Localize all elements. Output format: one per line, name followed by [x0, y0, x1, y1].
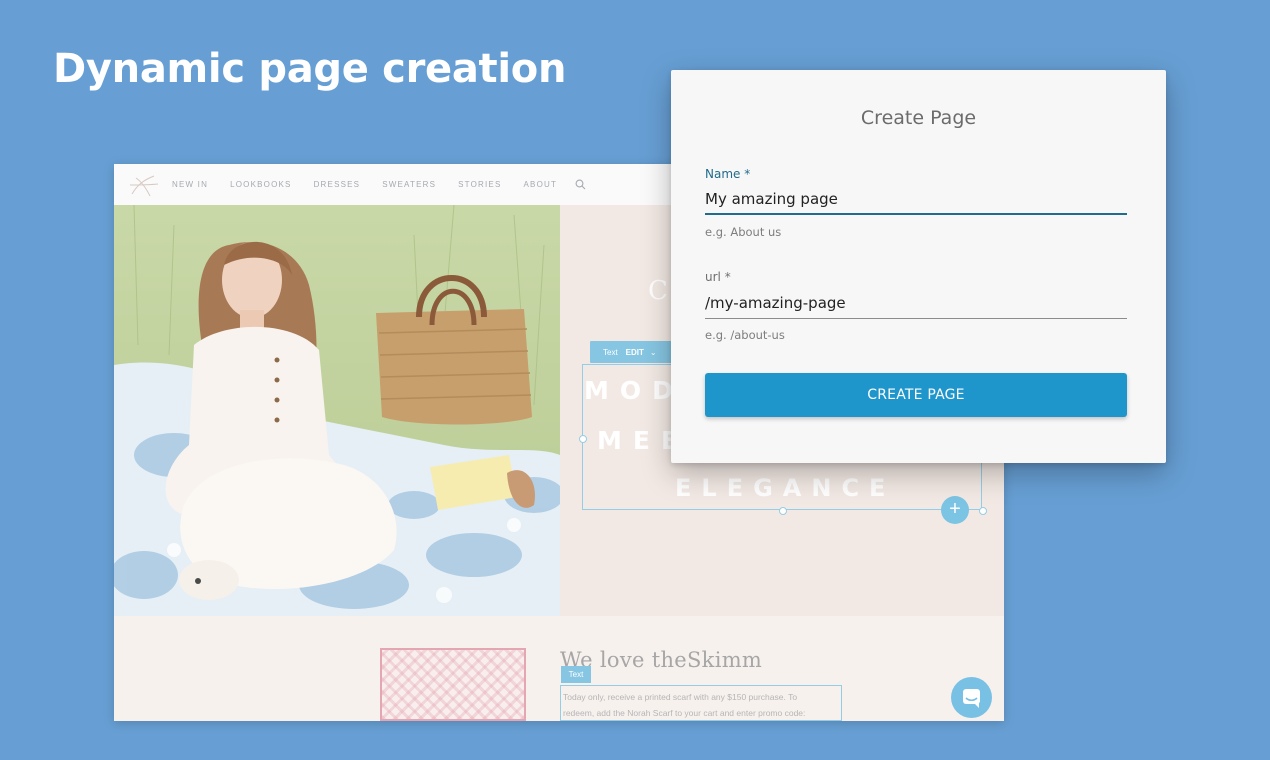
text-block-tag: Text [561, 666, 591, 683]
toolbar-type-label: Text [603, 347, 618, 357]
chat-icon [963, 689, 980, 708]
chevron-down-icon[interactable]: ⌄ [650, 348, 657, 357]
promo-section [114, 616, 1004, 721]
hero-title: Dynamic page creation [53, 46, 567, 92]
hero-line-1: MOD [584, 376, 684, 405]
resize-handle-bottom[interactable] [779, 507, 787, 515]
create-page-dialog: Create Page Name * e.g. About us url * e… [671, 70, 1166, 463]
resize-handle-left[interactable] [579, 435, 587, 443]
hero-line-3: ELEGANCE [675, 474, 896, 502]
promo-text-line-1: Today only, receive a printed scarf with… [563, 692, 798, 702]
nav-dresses[interactable]: DRESSES [314, 180, 361, 189]
name-field-label: Name * [705, 167, 751, 181]
name-field-hint: e.g. About us [705, 225, 782, 239]
add-block-button[interactable]: + [941, 496, 969, 524]
toolbar-edit-button[interactable]: EDIT [626, 348, 650, 357]
create-page-button[interactable]: CREATE PAGE [705, 373, 1127, 417]
promo-text-line-2: redeem, add the Norah Scarf to your cart… [563, 708, 806, 718]
chat-button[interactable] [951, 677, 992, 718]
url-field-label: url * [705, 270, 731, 284]
url-field-hint: e.g. /about-us [705, 328, 785, 342]
nav-sweaters[interactable]: SWEATERS [382, 180, 436, 189]
url-input-underline [705, 318, 1127, 319]
nav-about[interactable]: ABOUT [524, 180, 558, 189]
resize-handle-corner[interactable] [979, 507, 987, 515]
name-input-underline [705, 213, 1127, 215]
name-input[interactable] [705, 184, 1127, 214]
hero-script-initial: C [648, 276, 668, 306]
text-edit-toolbar[interactable]: Text EDIT ⌄ [590, 341, 682, 363]
nav-stories[interactable]: STORIES [458, 180, 501, 189]
logo-icon [129, 175, 159, 197]
dialog-title: Create Page [860, 107, 977, 129]
nav-new-in[interactable]: NEW IN [172, 180, 208, 189]
nav-lookbooks[interactable]: LOOKBOOKS [230, 180, 291, 189]
url-input[interactable] [705, 288, 1127, 318]
promo-text-block[interactable]: Today only, receive a printed scarf with… [560, 685, 842, 721]
hero-photo [114, 205, 560, 616]
search-icon[interactable] [575, 179, 586, 190]
scarf-image [380, 648, 526, 721]
